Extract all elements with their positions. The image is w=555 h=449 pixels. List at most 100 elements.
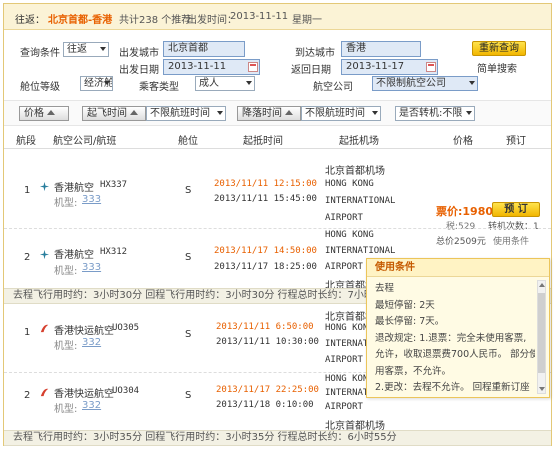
airline-logo-icon — [39, 249, 50, 260]
sort-arrive-label: 降落时间 — [242, 108, 282, 119]
segment-number: 1 — [24, 327, 31, 338]
model-link[interactable]: 332 — [82, 337, 101, 348]
route-title: 北京首都-香港 — [48, 15, 113, 26]
popup-line: 2.更改：去程不允许。 回程重新订座 — [375, 382, 530, 393]
model-link[interactable]: 333 — [82, 194, 101, 205]
return-date-value: 2013-11-17 — [346, 61, 405, 72]
passenger-select[interactable]: 成人 — [195, 76, 255, 91]
cabin-class: S — [185, 390, 192, 401]
transfer-label: 是否转机: — [399, 108, 443, 119]
scroll-down-icon[interactable] — [539, 387, 545, 391]
depart-city-input[interactable]: 北京首都 — [163, 41, 245, 57]
model-link[interactable]: 333 — [82, 262, 101, 273]
trip-type-label: 往返： — [15, 15, 45, 26]
arrow-up-icon — [285, 110, 293, 115]
airline-select[interactable]: 不限制航空公司 — [372, 76, 478, 91]
book-button[interactable]: 预 订 — [492, 202, 540, 217]
airline-logo-icon — [40, 324, 49, 333]
model-label: 机型: — [54, 266, 78, 277]
calendar-icon[interactable] — [248, 62, 258, 72]
passenger-value: 成人 — [199, 78, 219, 89]
tax: 税:529 — [446, 222, 476, 232]
flight-number: UO305 — [112, 323, 140, 333]
segment-number: 2 — [24, 390, 31, 401]
cabin-label: 舱位等级 — [20, 82, 60, 93]
depart-time: 2013/11/11 12:15:00 — [214, 179, 317, 189]
return-date-input[interactable]: 2013-11-17 — [341, 59, 438, 75]
col-seq: 航段 — [16, 136, 36, 147]
arrive-time: 2013/11/17 18:25:00 — [214, 262, 317, 272]
depart-airport: 北京首都机场 — [325, 166, 385, 177]
arrive-time-filter[interactable]: 不限航班时间 — [301, 106, 381, 121]
arrive-city-label: 到达城市 — [295, 48, 335, 59]
passenger-label: 乘客类型 — [139, 82, 179, 93]
arrive-city-input[interactable]: 香港 — [341, 41, 421, 57]
sort-depart-button[interactable]: 起飞时间 — [82, 106, 146, 121]
arrow-up-icon — [130, 110, 138, 115]
popup-line: 用客票，不允许。 — [375, 365, 452, 377]
model-label: 机型: — [54, 198, 78, 209]
weekday: 星期一 — [292, 15, 322, 26]
depart-airport: AIRPORT — [325, 262, 363, 272]
re-search-button[interactable]: 重新查询 — [472, 41, 526, 56]
col-time: 起抵时间 — [243, 136, 283, 147]
depart-airport: INTERNATIONAL — [325, 246, 396, 256]
cabin-class: S — [185, 252, 192, 263]
calendar-icon[interactable] — [426, 62, 436, 72]
airline-name: 香港快运航空 — [54, 326, 114, 337]
airline-label: 航空公司 — [313, 82, 353, 93]
conditions-link[interactable]: 使用条件 — [493, 234, 529, 247]
depart-date-label: 出发日期 — [119, 65, 159, 76]
depart-airport: HONG KONG — [325, 230, 374, 240]
row-divider — [4, 228, 551, 229]
popup-line: 最短停留: 2天 — [375, 299, 435, 311]
chevron-down-icon — [246, 81, 252, 85]
sort-price-button[interactable]: 价格 — [19, 106, 69, 121]
cabin-class: S — [185, 329, 192, 340]
results-header: 航段 航空公司/航班 舱位 起抵时间 起抵机场 价格 预订 — [4, 127, 551, 149]
chevron-down-icon — [372, 111, 378, 115]
popup-body: 去程 最短停留: 2天 最长停留: 7天。 退改规定: 1.退票：完全未使用客票… — [375, 281, 535, 397]
col-price: 价格 — [453, 136, 473, 147]
popup-line: 去程 — [375, 283, 395, 294]
arrive-airport: HONG KONG — [325, 179, 374, 189]
col-airline: 航空公司/航班 — [53, 136, 117, 147]
scroll-up-icon[interactable] — [539, 283, 545, 287]
trip-duration-summary: 去程飞行用时约：3小时35分 回程飞行用时约：3小时35分 行程总时长约：6小时… — [4, 430, 551, 446]
sort-arrive-button[interactable]: 降落时间 — [237, 106, 301, 121]
trip-summary-bar: 往返： 北京首都-香港 共计238 个推荐 出发时间： 2013-11-11 星… — [4, 4, 551, 30]
popup-scrollbar[interactable] — [537, 280, 546, 394]
depart-date: 2013-11-11 — [230, 11, 289, 22]
ticket-price: 票价:1980 — [436, 205, 494, 218]
arrive-airport: INTERNATIONAL — [325, 196, 396, 206]
sort-bar: 价格 起飞时间 不限航班时间 降落时间 不限航班时间 是否转机:不限 — [4, 100, 551, 126]
col-airport: 起抵机场 — [339, 136, 379, 147]
depart-date-value: 2013-11-11 — [168, 61, 227, 72]
arrive-time: 2013/11/11 15:45:00 — [214, 194, 317, 204]
popup-line: 最长停留: 7天。 — [375, 316, 445, 327]
arrive-airport: AIRPORT — [325, 213, 363, 223]
airline-value: 不限制航空公司 — [376, 78, 446, 89]
scroll-thumb[interactable] — [538, 293, 545, 373]
chevron-down-icon — [100, 47, 106, 51]
cabin-select[interactable]: 经济舱 — [80, 76, 113, 91]
transfer-count: 转机次数：1 — [488, 222, 539, 232]
flight-number: UO304 — [112, 386, 140, 396]
popup-line: 允许，收取退票费700人民币。 部分使 — [375, 349, 535, 360]
airline-logo-icon — [40, 388, 49, 397]
simple-search-link[interactable]: 简单搜索 — [477, 60, 517, 75]
arrive-airport: AIRPORT — [325, 355, 363, 365]
depart-filter-value: 不限航班时间 — [150, 108, 210, 119]
arrive-filter-value: 不限航班时间 — [305, 108, 365, 119]
depart-time-filter[interactable]: 不限航班时间 — [146, 106, 226, 121]
transfer-filter[interactable]: 是否转机:不限 — [395, 106, 475, 121]
airline-name: 香港航空 — [54, 183, 94, 194]
airline-name: 香港快运航空 — [54, 389, 114, 400]
depart-date-input[interactable]: 2013-11-11 — [163, 59, 260, 75]
model-label: 机型: — [54, 404, 78, 415]
segment-number: 1 — [24, 185, 31, 196]
model-link[interactable]: 332 — [82, 400, 101, 411]
popup-line: 退改规定: 1.退票：完全未使用客票, — [375, 332, 527, 344]
condition-select[interactable]: 往返 — [63, 42, 109, 57]
depart-city-label: 出发城市 — [119, 48, 159, 59]
